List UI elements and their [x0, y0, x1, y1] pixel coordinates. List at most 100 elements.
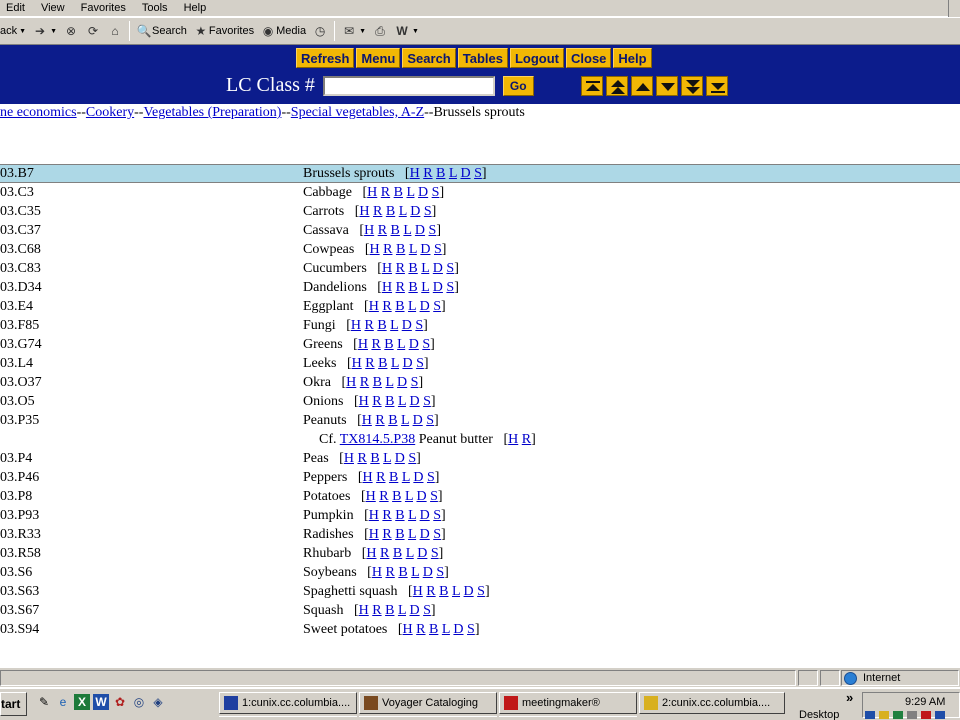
record-link-r[interactable]: R	[382, 527, 391, 542]
record-link-b[interactable]: B	[378, 356, 387, 371]
record-link-b[interactable]: B	[395, 508, 404, 523]
record-link-r[interactable]: R	[376, 470, 385, 485]
record-link-r[interactable]: R	[375, 413, 384, 428]
task-row2[interactable]	[359, 716, 497, 720]
record-link-r[interactable]: R	[372, 394, 381, 409]
record-link-s[interactable]: S	[426, 413, 434, 428]
forward-dropdown-icon[interactable]: ▼	[50, 28, 57, 35]
flower-icon[interactable]: ✿	[112, 694, 128, 710]
record-link-d[interactable]: D	[420, 242, 430, 257]
internet-explorer-icon[interactable]: e	[55, 694, 71, 710]
record-link-h[interactable]: H	[508, 432, 518, 447]
record-link-h[interactable]: H	[370, 242, 380, 257]
history-button[interactable]: ◷	[309, 20, 331, 42]
record-link-l[interactable]: L	[397, 337, 405, 352]
record-link-h[interactable]: H	[382, 261, 392, 276]
record-link-d[interactable]: D	[420, 527, 430, 542]
record-link-h[interactable]: H	[369, 508, 379, 523]
record-link-b[interactable]: B	[408, 261, 417, 276]
record-link-r[interactable]: R	[416, 622, 425, 637]
record-link-l[interactable]: L	[406, 546, 414, 561]
record-link-r[interactable]: R	[522, 432, 531, 447]
record-link-b[interactable]: B	[395, 527, 404, 542]
record-link-l[interactable]: L	[401, 413, 409, 428]
tray-icon[interactable]	[893, 711, 903, 719]
task-cunix-1[interactable]: 1:cunix.cc.columbia....	[219, 692, 357, 714]
record-link-r[interactable]: R	[385, 565, 394, 580]
crossref-link[interactable]: TX814.5.P38	[340, 432, 415, 447]
app-icon[interactable]: ◎	[131, 694, 147, 710]
record-link-d[interactable]: D	[409, 603, 419, 618]
media-button[interactable]: ◉ Media	[257, 20, 309, 42]
record-link-h[interactable]: H	[351, 318, 361, 333]
desktop-toolbar-label[interactable]: Desktop	[799, 709, 839, 720]
first-page-icon[interactable]	[581, 76, 603, 96]
record-link-d[interactable]: D	[402, 356, 412, 371]
record-link-h[interactable]: H	[410, 166, 420, 181]
record-link-b[interactable]: B	[396, 242, 405, 257]
record-link-l[interactable]: L	[405, 489, 413, 504]
record-link-d[interactable]: D	[409, 337, 419, 352]
record-link-b[interactable]: B	[391, 223, 400, 238]
record-link-l[interactable]: L	[403, 223, 411, 238]
breadcrumb-link-cookery[interactable]: Cookery	[86, 105, 134, 120]
task-row2[interactable]	[499, 716, 637, 720]
breadcrumb-link-home-economics[interactable]: ne economics	[0, 105, 77, 120]
record-link-d[interactable]: D	[420, 299, 430, 314]
record-link-d[interactable]: D	[402, 318, 412, 333]
favorites-button[interactable]: ★ Favorites	[190, 20, 257, 42]
record-link-r[interactable]: R	[426, 584, 435, 599]
record-link-l[interactable]: L	[449, 166, 457, 181]
record-link-r[interactable]: R	[357, 451, 366, 466]
record-link-l[interactable]: L	[408, 527, 416, 542]
record-link-b[interactable]: B	[393, 546, 402, 561]
record-link-l[interactable]: L	[421, 261, 429, 276]
record-link-b[interactable]: B	[429, 622, 438, 637]
menu-favorites[interactable]: Favorites	[73, 1, 134, 15]
logout-catalog-button[interactable]: Logout	[509, 48, 565, 68]
record-link-s[interactable]: S	[416, 356, 424, 371]
record-link-d[interactable]: D	[415, 223, 425, 238]
record-link-h[interactable]: H	[366, 489, 376, 504]
print-button[interactable]: ⎙	[369, 20, 391, 42]
record-link-r[interactable]: R	[381, 185, 390, 200]
record-link-b[interactable]: B	[388, 413, 397, 428]
record-link-s[interactable]: S	[422, 337, 430, 352]
record-link-d[interactable]: D	[418, 185, 428, 200]
record-link-s[interactable]: S	[408, 451, 416, 466]
record-link-s[interactable]: S	[436, 565, 444, 580]
taskbar-chevron[interactable]: »	[846, 690, 853, 705]
menu-tools[interactable]: Tools	[134, 1, 176, 15]
record-link-h[interactable]: H	[366, 546, 376, 561]
record-link-l[interactable]: L	[406, 185, 414, 200]
record-link-b[interactable]: B	[386, 204, 395, 219]
back-dropdown-icon[interactable]: ▼	[19, 28, 26, 35]
record-link-s[interactable]: S	[467, 622, 475, 637]
last-page-icon[interactable]	[706, 76, 728, 96]
record-link-s[interactable]: S	[433, 527, 441, 542]
record-link-h[interactable]: H	[352, 356, 362, 371]
record-link-r[interactable]: R	[379, 489, 388, 504]
record-link-s[interactable]: S	[430, 489, 438, 504]
record-link-s[interactable]: S	[433, 299, 441, 314]
record-link-r[interactable]: R	[373, 204, 382, 219]
record-link-l[interactable]: L	[411, 565, 419, 580]
home-button[interactable]: ⌂	[104, 20, 126, 42]
record-link-d[interactable]: D	[423, 565, 433, 580]
record-link-r[interactable]: R	[383, 242, 392, 257]
search-catalog-button[interactable]: Search	[402, 48, 456, 68]
tray-icon[interactable]	[865, 711, 875, 719]
up-icon[interactable]	[631, 76, 653, 96]
app-icon[interactable]: ◈	[150, 694, 166, 710]
record-link-r[interactable]: R	[372, 603, 381, 618]
start-button[interactable]: tart	[0, 692, 27, 716]
record-link-l[interactable]: L	[442, 622, 450, 637]
record-link-h[interactable]: H	[369, 299, 379, 314]
record-link-d[interactable]: D	[464, 584, 474, 599]
refresh-catalog-button[interactable]: Refresh	[296, 48, 355, 68]
record-link-b[interactable]: B	[389, 470, 398, 485]
record-link-s[interactable]: S	[477, 584, 485, 599]
record-link-h[interactable]: H	[372, 565, 382, 580]
record-link-d[interactable]: D	[420, 508, 430, 523]
record-link-b[interactable]: B	[439, 584, 448, 599]
